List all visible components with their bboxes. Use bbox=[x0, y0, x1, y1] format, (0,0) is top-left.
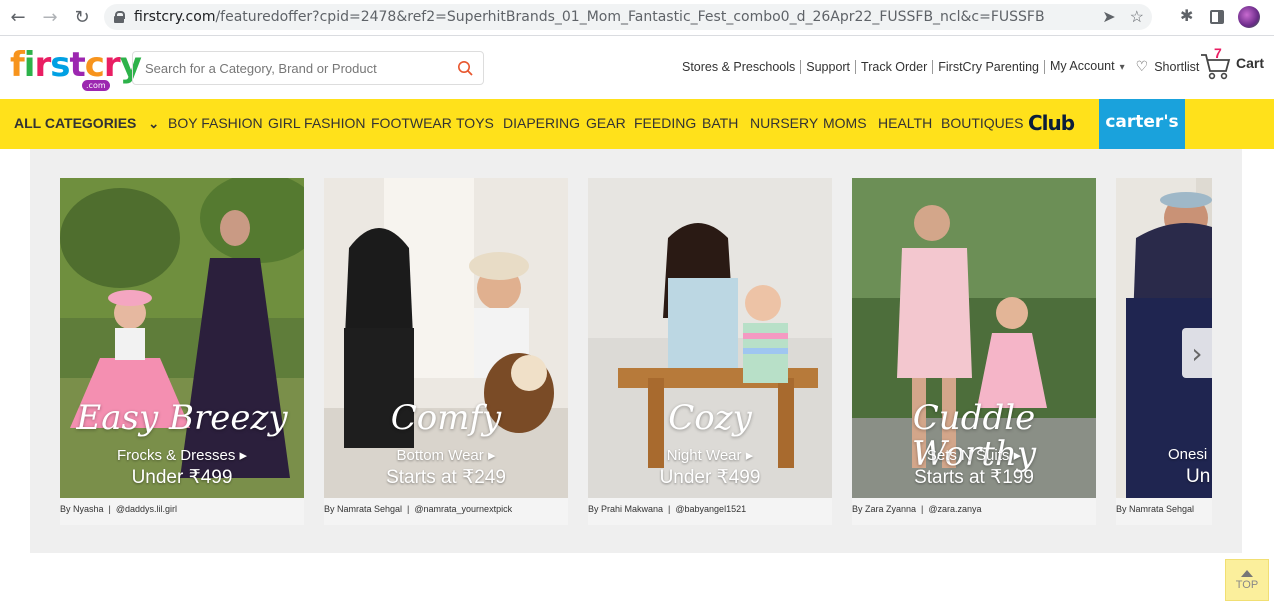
nav-bath[interactable]: BATH bbox=[702, 115, 738, 131]
offer-credit: By Namrata Sehgal | @namrata_yournextpic… bbox=[324, 498, 568, 525]
offer-subtitle-text: Frocks & Dresses bbox=[116, 447, 236, 464]
category-nav: ALL CATEGORIES ⌄ BOY FASHION GIRL FASHIO… bbox=[0, 99, 1274, 149]
nav-boutiques[interactable]: BOUTIQUES bbox=[941, 115, 1023, 131]
address-bar[interactable]: firstcry.com/featuredoffer?cpid=2478&ref… bbox=[104, 4, 1152, 30]
nav-footwear[interactable]: FOOTWEAR bbox=[371, 115, 452, 131]
arrow-up-icon bbox=[1241, 570, 1253, 577]
carousel-next-button[interactable]: › bbox=[1182, 328, 1212, 378]
nav-gear[interactable]: GEAR bbox=[586, 115, 626, 131]
logo-com-badge: .com bbox=[82, 80, 110, 91]
offer-script-title: Easy Breezy bbox=[76, 398, 288, 438]
all-categories-label: ALL CATEGORIES bbox=[14, 115, 137, 131]
offer-price: Under ₹499 bbox=[659, 467, 761, 488]
cart-label: Cart bbox=[1236, 55, 1265, 71]
lock-icon bbox=[114, 11, 125, 23]
browser-toolbar: ← → ↻ firstcry.com/featuredoffer?cpid=24… bbox=[0, 0, 1274, 36]
forward-icon[interactable]: → bbox=[38, 6, 62, 30]
offer-subtitle: Sets N Suits ▸ bbox=[926, 447, 1022, 464]
send-icon[interactable]: ➤ bbox=[1102, 7, 1115, 27]
credit-author: By Prahi Makwana bbox=[588, 504, 664, 514]
scroll-top-button[interactable]: TOP bbox=[1225, 559, 1269, 601]
offer-card[interactable]: Comfy Bottom Wear ▸ Starts at ₹249 By Na… bbox=[324, 178, 568, 525]
offer-subtitle-text: Night Wear bbox=[666, 447, 742, 464]
nav-feeding[interactable]: FEEDING bbox=[634, 115, 696, 131]
chevron-right-icon: › bbox=[1191, 336, 1203, 370]
offer-subtitle-text: Bottom Wear bbox=[396, 447, 484, 464]
offer-card[interactable]: Cozy Night Wear ▸ Under ₹499 By Prahi Ma… bbox=[588, 178, 832, 525]
url-path: /featuredoffer?cpid=2478&ref2=SuperhitBr… bbox=[215, 9, 1045, 25]
my-account-link[interactable]: My Account ▾ bbox=[1045, 59, 1130, 75]
credit-handle: @zara.zanya bbox=[928, 504, 982, 514]
offer-credit: By Namrata Sehgal bbox=[1116, 498, 1212, 525]
credit-author: By Namrata Sehgal bbox=[1116, 504, 1195, 514]
back-icon[interactable]: ← bbox=[6, 6, 30, 30]
nav-boy-fashion[interactable]: BOY FASHION bbox=[168, 115, 263, 131]
credit-handle: @daddys.lil.girl bbox=[115, 504, 178, 514]
chevron-down-icon: ▾ bbox=[1119, 62, 1125, 73]
featured-carousel: Easy Breezy Frocks & Dresses ▸ Under ₹49… bbox=[60, 178, 1212, 525]
search-icon[interactable] bbox=[457, 60, 473, 76]
shortlist-link[interactable]: Shortlist bbox=[1154, 60, 1199, 74]
side-panel-icon[interactable] bbox=[1210, 10, 1224, 24]
track-order-link[interactable]: Track Order bbox=[856, 60, 934, 74]
offer-price: Un bbox=[1186, 466, 1211, 487]
profile-avatar[interactable] bbox=[1238, 6, 1260, 28]
nav-toys[interactable]: TOYS bbox=[456, 115, 494, 131]
nav-moms[interactable]: MOMS bbox=[823, 115, 867, 131]
offer-image: Cuddle Worthy Sets N Suits ▸ Starts at ₹… bbox=[852, 178, 1096, 498]
heart-icon[interactable]: ♡ bbox=[1136, 59, 1149, 75]
offer-subtitle: Frocks & Dresses ▸ bbox=[116, 447, 248, 464]
offer-script-title: Comfy bbox=[390, 398, 502, 438]
offer-credit: By Nyasha | @daddys.lil.girl bbox=[60, 498, 304, 525]
search-input[interactable] bbox=[145, 60, 445, 76]
offer-subtitle: Night Wear ▸ bbox=[666, 447, 754, 464]
firstcry-logo[interactable]: firstcry .com bbox=[10, 47, 142, 91]
offer-card[interactable]: Cuddle Worthy Sets N Suits ▸ Starts at ₹… bbox=[852, 178, 1096, 525]
header-links: Stores & Preschools Support Track Order … bbox=[682, 59, 1199, 75]
offer-subtitle: Onesi bbox=[1168, 446, 1208, 463]
offer-subtitle-text: Sets N Suits bbox=[926, 447, 1010, 464]
credit-author: By Nyasha bbox=[60, 504, 104, 514]
chevron-down-icon: ⌄ bbox=[148, 116, 160, 131]
offer-credit: By Prahi Makwana | @babyangel1521 bbox=[588, 498, 832, 525]
firstcry-parenting-link[interactable]: FirstCry Parenting bbox=[933, 60, 1045, 74]
cart-button[interactable]: 7 Cart bbox=[1200, 45, 1265, 81]
url-text: firstcry.com/featuredoffer?cpid=2478&ref… bbox=[134, 9, 1045, 25]
offer-price: Under ₹499 bbox=[131, 467, 233, 488]
site-header: firstcry .com Stores & Preschools Suppor… bbox=[0, 37, 1274, 99]
extensions-icon[interactable]: ✱ bbox=[1180, 9, 1196, 25]
bookmark-star-icon[interactable]: ☆ bbox=[1130, 7, 1144, 27]
my-account-label: My Account bbox=[1049, 59, 1115, 73]
credit-handle: @babyangel1521 bbox=[675, 504, 747, 514]
offer-price: Starts at ₹249 bbox=[386, 467, 506, 488]
nav-girl-fashion[interactable]: GIRL FASHION bbox=[268, 115, 366, 131]
offer-credit: By Zara Zyanna | @zara.zanya bbox=[852, 498, 1096, 525]
search-box[interactable] bbox=[132, 51, 484, 85]
stores-preschools-link[interactable]: Stores & Preschools bbox=[682, 60, 802, 74]
cart-count-badge: 7 bbox=[1214, 45, 1222, 61]
offer-subtitle: Bottom Wear ▸ bbox=[396, 447, 496, 464]
nav-health[interactable]: HEALTH bbox=[878, 115, 932, 131]
carters-logo[interactable]: carter's bbox=[1099, 99, 1185, 149]
nav-diapering[interactable]: DIAPERING bbox=[503, 115, 580, 131]
scroll-top-label: TOP bbox=[1235, 579, 1259, 591]
offer-image: Comfy Bottom Wear ▸ Starts at ₹249 bbox=[324, 178, 568, 498]
offer-image: Easy Breezy Frocks & Dresses ▸ Under ₹49… bbox=[60, 178, 304, 498]
credit-handle: @namrata_yournextpick bbox=[414, 504, 513, 514]
credit-author: By Zara Zyanna bbox=[852, 504, 917, 514]
offer-image: Cozy Night Wear ▸ Under ₹499 bbox=[588, 178, 832, 498]
reload-icon[interactable]: ↻ bbox=[70, 6, 94, 30]
credit-author: By Namrata Sehgal bbox=[324, 504, 403, 514]
club-logo[interactable]: Club bbox=[1028, 111, 1075, 135]
offer-card[interactable]: Easy Breezy Frocks & Dresses ▸ Under ₹49… bbox=[60, 178, 304, 525]
all-categories-menu[interactable]: ALL CATEGORIES ⌄ bbox=[14, 115, 159, 132]
nav-nursery[interactable]: NURSERY bbox=[750, 115, 818, 131]
url-domain: firstcry.com bbox=[134, 9, 216, 25]
offer-price: Starts at ₹199 bbox=[914, 467, 1034, 488]
offer-script-title: Cozy bbox=[668, 398, 752, 438]
support-link[interactable]: Support bbox=[801, 60, 857, 74]
